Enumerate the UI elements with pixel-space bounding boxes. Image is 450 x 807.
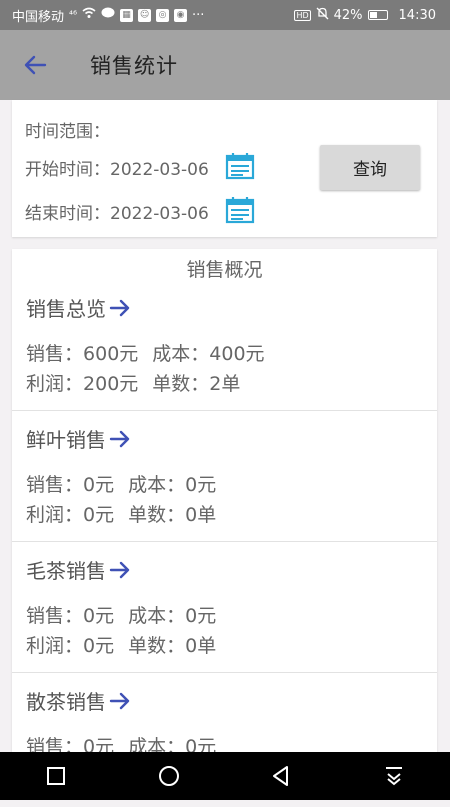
profit-value: 0元 (83, 635, 115, 657)
recents-button[interactable] (36, 756, 76, 796)
arrow-right-icon[interactable] (109, 560, 131, 580)
app-notification-icon: ◉ (174, 8, 188, 22)
calendar-icon[interactable] (225, 152, 255, 180)
cost-label: 成本： (128, 605, 186, 627)
profit-label: 利润： (26, 504, 84, 526)
clock: 14:30 (398, 7, 436, 23)
carrier-name: 中国移动 (12, 9, 65, 25)
arrow-left-icon (24, 55, 47, 75)
back-nav-button[interactable] (261, 756, 301, 796)
cost-value: 0元 (185, 474, 217, 496)
sales-section-total: 销售总览 销售：600元 成本：400元 利润：200元 单数：2单 (12, 283, 437, 414)
divider (12, 410, 437, 411)
section-header[interactable]: 毛茶销售 (26, 555, 131, 584)
orders-value: 0单 (185, 635, 217, 657)
time-range-label: 时间范围： (25, 122, 110, 142)
triangle-back-icon (273, 766, 289, 786)
app-notification-icon: ▦ (120, 8, 134, 22)
orders-value: 2单 (209, 373, 241, 395)
profit-label: 利润： (26, 373, 84, 395)
orders-label: 单数： (128, 504, 186, 526)
notification-pulldown-button[interactable] (374, 756, 414, 796)
end-time-row: 结束时间：2022-03-06 (25, 199, 209, 224)
end-time-label: 结束时间： (25, 204, 110, 224)
pulldown-icon (385, 767, 402, 786)
circle-icon (158, 766, 179, 786)
calendar-icon[interactable] (225, 196, 255, 224)
start-time-row: 开始时间：2022-03-06 (25, 155, 209, 180)
sales-label: 销售： (26, 343, 84, 365)
profit-value: 0元 (83, 504, 115, 526)
end-date-value[interactable]: 2022-03-06 (110, 204, 209, 224)
orders-label: 单数： (128, 635, 186, 657)
section-title: 销售总览 (26, 297, 106, 321)
cost-value: 400元 (209, 343, 265, 365)
stat-line-profit-orders: 利润：0元 单数：0单 (26, 631, 216, 658)
status-bar: 中国移动 ⁴⁶ ▦ ☺ ◎ ◉ ··· HD 42% 14:30 (0, 0, 450, 30)
section-header[interactable]: 散茶销售 (26, 686, 131, 715)
start-time-label: 开始时间： (25, 160, 110, 180)
mute-icon (316, 7, 329, 24)
stat-line-sales-cost: 销售：0元 成本：0元 (26, 470, 216, 497)
section-title: 毛茶销售 (26, 559, 106, 583)
square-icon (47, 767, 66, 785)
battery-icon (367, 10, 388, 20)
section-title: 鲜叶销售 (26, 428, 106, 452)
battery-level (369, 12, 377, 18)
battery-percent: 42% (333, 7, 363, 23)
sales-label: 销售： (26, 474, 84, 496)
wifi-icon (82, 7, 96, 23)
back-button[interactable] (0, 30, 70, 100)
query-button[interactable]: 查询 (320, 145, 420, 190)
section-title: 散茶销售 (26, 690, 106, 714)
cost-label: 成本： (152, 343, 210, 365)
divider (12, 541, 437, 542)
page-title: 销售统计 (90, 54, 178, 78)
hd-icon: HD (294, 9, 311, 21)
more-notifications-icon: ··· (192, 7, 205, 23)
sales-value: 0元 (83, 605, 115, 627)
overview-title: 销售概况 (186, 259, 263, 281)
sales-value: 600元 (83, 343, 139, 365)
start-date-value[interactable]: 2022-03-06 (110, 160, 209, 180)
date-filter-card: 时间范围： 开始时间：2022-03-06 结束时间：2022-03-06 查询 (12, 100, 437, 237)
stat-line-profit-orders: 利润：200元 单数：2单 (26, 369, 240, 396)
cost-value: 0元 (185, 605, 217, 627)
home-button[interactable] (149, 756, 189, 796)
cost-label: 成本： (128, 474, 186, 496)
stat-line-profit-orders: 利润：0元 单数：0单 (26, 500, 216, 527)
arrow-right-icon[interactable] (109, 429, 131, 449)
arrow-right-icon[interactable] (109, 298, 131, 318)
section-header[interactable]: 销售总览 (26, 293, 131, 322)
sales-section-raw-tea: 毛茶销售 销售：0元 成本：0元 利润：0元 单数：0单 (12, 545, 437, 676)
stat-line-sales-cost: 销售：600元 成本：400元 (26, 339, 265, 366)
sales-value: 0元 (83, 474, 115, 496)
arrow-right-icon[interactable] (109, 691, 131, 711)
profit-value: 200元 (83, 373, 139, 395)
sales-overview-card: 销售概况 销售总览 销售：600元 成本：400元 利润：200元 单数：2单 鲜叶… (12, 249, 437, 769)
orders-label: 单数： (152, 373, 210, 395)
message-icon (101, 7, 115, 23)
app-bar: 销售统计 (0, 30, 450, 100)
divider (12, 672, 437, 673)
stat-line-sales-cost: 销售：0元 成本：0元 (26, 601, 216, 628)
app-notification-icon: ☺ (138, 8, 152, 22)
sales-section-fresh-leaf: 鲜叶销售 销售：0元 成本：0元 利润：0元 单数：0单 (12, 414, 437, 545)
signal-icon: ⁴⁶ (69, 9, 78, 21)
system-navigation-bar (0, 752, 450, 800)
orders-value: 0单 (185, 504, 217, 526)
section-header[interactable]: 鲜叶销售 (26, 424, 131, 453)
sales-label: 销售： (26, 605, 84, 627)
app-notification-icon: ◎ (156, 8, 170, 22)
profit-label: 利润： (26, 635, 84, 657)
